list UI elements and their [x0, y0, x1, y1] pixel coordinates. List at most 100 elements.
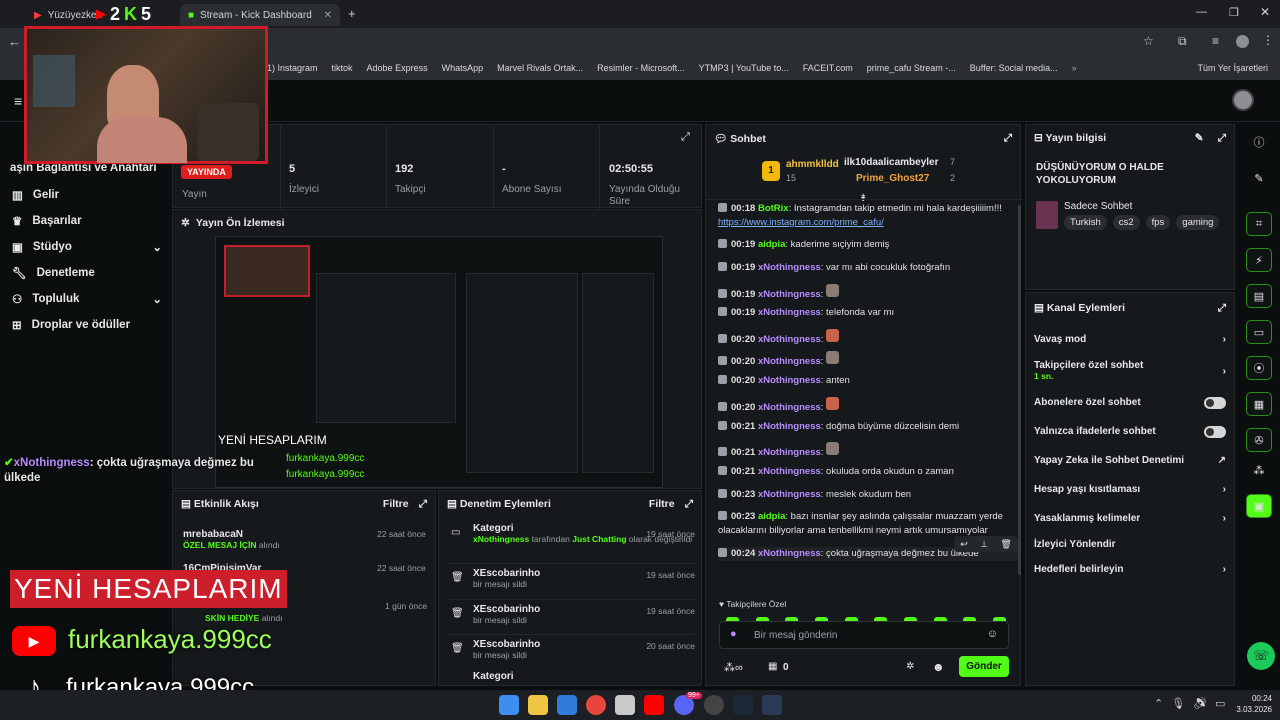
new-tab-icon[interactable]: +	[348, 6, 356, 21]
sidebar-item-gelir[interactable]: ▥ Gelir	[12, 182, 162, 208]
sidebar-item-studyo[interactable]: ▣ Stüdyo ⌄	[12, 234, 162, 260]
points-icon[interactable]: ⁂∞	[724, 661, 743, 674]
system-tray-icons[interactable]: ⌃🎙︎🔊︎▭	[1154, 697, 1234, 710]
expand-icon[interactable]: ⤢	[1218, 302, 1226, 315]
flash-icon[interactable]: ⚡︎	[1246, 248, 1272, 272]
top-gifter-3[interactable]: Prime_Ghost27	[856, 173, 929, 184]
info-icon[interactable]: ⓘ	[1238, 124, 1280, 154]
hamburger-icon[interactable]: ≡	[14, 93, 22, 109]
tag[interactable]: gaming	[1176, 215, 1220, 230]
calendar-icon[interactable]: ▦	[1246, 392, 1272, 416]
mod-icon[interactable]	[718, 203, 727, 212]
mod-icon[interactable]	[718, 356, 727, 365]
profile-avatar[interactable]	[1236, 35, 1249, 48]
bookmark-faceit[interactable]: FACEIT.com	[803, 63, 853, 73]
steam-icon[interactable]	[733, 695, 753, 715]
bookmark-buffer[interactable]: Buffer: Social media...	[970, 63, 1058, 73]
expand-icon[interactable]: ⤢	[685, 498, 693, 511]
extensions-icon[interactable]: ⧉	[1178, 34, 1187, 49]
banned-words-row[interactable]: Yasaklanmış kelimeler ›	[1026, 504, 1234, 533]
obs-icon[interactable]	[704, 695, 724, 715]
user-avatar[interactable]	[1232, 89, 1254, 111]
delete-icon[interactable]: 🗑︎	[1000, 539, 1011, 550]
bookmark-whatsapp[interactable]: WhatsApp	[442, 63, 484, 73]
clip-icon[interactable]: ⌗	[1246, 212, 1272, 236]
menu-icon[interactable]: ⋮	[1262, 33, 1274, 47]
top-gifter-2[interactable]: ilk10daalicambeyler	[844, 157, 939, 168]
window-close-icon[interactable]: ✕	[1260, 5, 1270, 19]
settings-icon[interactable]: ✲	[906, 661, 914, 672]
top-gifter-1[interactable]: ahmmklldd	[786, 159, 839, 170]
bookmark-ytmp3[interactable]: YTMP3 | YouTube to...	[699, 63, 789, 73]
mod-icon[interactable]	[718, 466, 727, 475]
category-name[interactable]: Sadece Sohbet	[1064, 201, 1132, 212]
media-icon[interactable]: ≡	[1212, 34, 1219, 48]
pin-icon[interactable]: ⊥	[980, 539, 988, 550]
mod-icon[interactable]	[718, 239, 727, 248]
expand-icon[interactable]: ⤢	[681, 131, 690, 144]
back-icon[interactable]: ←	[8, 34, 21, 49]
window-minimize-icon[interactable]: —	[1196, 6, 1207, 18]
mod-icon[interactable]	[718, 334, 727, 343]
activity-filter-button[interactable]: Filtre	[383, 498, 409, 511]
mod-icon[interactable]	[718, 375, 727, 384]
expand-icon[interactable]: ⤢	[419, 498, 427, 511]
bookmark-adobe[interactable]: Adobe Express	[367, 63, 428, 73]
moderation-filter-button[interactable]: Filtre	[649, 498, 675, 511]
emote-only-toggle[interactable]	[1204, 425, 1226, 438]
youtube-app-icon[interactable]	[644, 695, 664, 715]
tag[interactable]: cs2	[1112, 215, 1140, 230]
outlook-icon[interactable]	[557, 695, 577, 715]
bookmark-prime-cafu[interactable]: prime_cafu Stream -...	[867, 63, 956, 73]
sidebar-item-topluluk[interactable]: ⚇ Topluluk ⌄	[12, 286, 162, 312]
mic-icon[interactable]: ●	[730, 628, 737, 640]
sidebar-item-basarilar[interactable]: ♛ Başarılar	[12, 208, 162, 234]
send-button[interactable]: Gönder	[959, 656, 1009, 677]
bookmark-instagram[interactable]: (1) Instagram	[264, 63, 318, 73]
mod-icon[interactable]	[718, 489, 727, 498]
emote-picker-icon[interactable]: ☻	[932, 660, 945, 674]
notes-icon[interactable]	[615, 695, 635, 715]
mod-icon[interactable]	[718, 289, 727, 298]
expand-icon[interactable]: ⤢	[1218, 132, 1226, 145]
subscriber-only-toggle[interactable]	[1204, 396, 1226, 409]
notes-icon[interactable]: ▤	[1246, 284, 1272, 308]
close-icon[interactable]: ✕	[324, 10, 332, 21]
slow-mode-row[interactable]: Vavaş mod ›	[1026, 325, 1234, 354]
account-age-row[interactable]: Hesap yaşı kısıtlaması ›	[1026, 475, 1234, 504]
bookmark-tiktok[interactable]: tiktok	[332, 63, 353, 73]
edit-icon[interactable]: ✎	[1195, 132, 1204, 145]
mod-icon[interactable]	[718, 262, 727, 271]
mod-icon[interactable]	[718, 421, 727, 430]
mod-icon[interactable]	[718, 402, 727, 411]
chat-input[interactable]: ● Bir mesaj gönderin ☺	[719, 621, 1009, 649]
chat-bubble-icon[interactable]: ▭	[1246, 320, 1272, 344]
emoji-icon[interactable]: ☺	[987, 628, 998, 640]
sidebar-item-denetleme[interactable]: 🔧︎ Denetleme	[12, 260, 162, 286]
mod-icon[interactable]	[718, 548, 727, 557]
start-icon[interactable]	[499, 695, 519, 715]
bookmark-marvel[interactable]: Marvel Rivals Ortak...	[497, 63, 583, 73]
mod-icon[interactable]	[718, 307, 727, 316]
points-icon[interactable]: ⁂	[1238, 464, 1280, 494]
preview-video[interactable]: YENİ HESAPLARIM furkankaya.999cc furkank…	[215, 236, 663, 488]
all-bookmarks[interactable]: Tüm Yer İşaretleri	[1197, 63, 1280, 73]
window-maximize-icon[interactable]: ❐	[1229, 6, 1239, 19]
sidebar-item-droplar[interactable]: ⊞ Droplar ve ödüller	[12, 312, 162, 338]
broadcast-icon[interactable]: ⦿	[1246, 356, 1272, 380]
tag[interactable]: Turkish	[1064, 215, 1107, 230]
taskbar-clock[interactable]: 00:24 3.03.2026	[1228, 693, 1272, 715]
wrench-icon[interactable]: ✇	[1246, 428, 1272, 452]
file-explorer-icon[interactable]	[528, 695, 548, 715]
reply-icon[interactable]: ↩	[960, 539, 968, 550]
bookmark-resimler[interactable]: Resimler - Microsoft...	[597, 63, 685, 73]
support-icon[interactable]: ☏	[1247, 642, 1275, 670]
edit-icon[interactable]: ✎	[1238, 154, 1280, 212]
app-icon[interactable]	[762, 695, 782, 715]
chat-link[interactable]: https://www.instagram.com/prime_cafu/	[718, 217, 884, 228]
app-icon[interactable]: ▣	[1246, 494, 1272, 518]
star-icon[interactable]: ☆	[1143, 34, 1154, 48]
raid-row[interactable]: İzleyici Yönlendir	[1026, 533, 1234, 555]
expand-icon[interactable]: ⤢	[1004, 132, 1012, 145]
gift-icon[interactable]: ▦	[768, 661, 777, 672]
